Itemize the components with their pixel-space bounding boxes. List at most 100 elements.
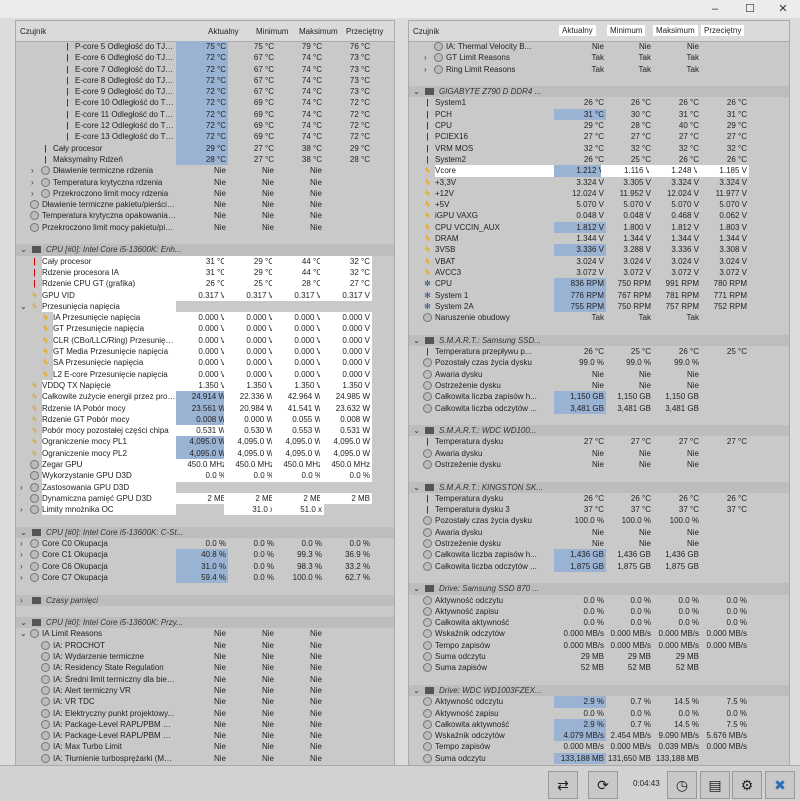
sensor-row[interactable]: ϟ +12V 12.024 V 11.952 V 12.024 V 11.977 V [409,188,789,199]
expand-icon[interactable]: ⌄ [413,685,420,696]
col-max[interactable]: Maksimum [299,27,338,36]
section-header[interactable]: ⌄ CPU [#0]: Intel Core i5-13600K: Przy... [16,617,394,629]
sensor-row[interactable]: | PCH 31 °C 30 °C 31 °C 31 °C [409,108,789,121]
sensor-row[interactable]: Temperatura krytyczna opakowania/... Nie N… [16,210,394,221]
col-sensor[interactable]: Czujnik [413,27,439,36]
expand-icon[interactable]: › [20,572,23,583]
expand-icon[interactable]: › [20,482,23,493]
sensor-row[interactable]: ϟ GT Przesunięcie napięcia 0.000 V 0.000 V0… [16,323,394,335]
sensor-row[interactable]: ϟ Pobór mocy pozostałej części chipa 0.531… [16,425,394,437]
sensor-row[interactable]: ϟ Ograniczenie mocy PL2 4,095.0 W 4,095.0 W… [16,447,394,459]
expand-icon[interactable]: › [31,188,34,199]
sensor-row[interactable]: ✻ CPU 836 RPM 750 RPM 991 RPM 780 RPM [409,278,789,290]
sensor-row[interactable]: | System1 26 °C 26 °C 26 °C 26 °C [409,97,789,108]
col-current[interactable]: Aktualny [208,27,239,36]
sensor-row[interactable]: Pozostały czas życia dysku 100.0 % 100.0 %… [409,515,789,526]
sensor-row[interactable]: ✻ System 2A 755 RPM 750 RPM 757 RPM 752 RPM [409,300,789,313]
section-header[interactable]: › Czasy pamięci [16,594,394,606]
expand-icon[interactable]: ⌄ [20,617,27,628]
col-current[interactable]: Aktualny [559,25,596,36]
sensor-row[interactable]: | E-core 9 Odległość do TJMAX 72 °C 67 °C 74… [16,86,394,98]
sensor-row[interactable]: | Temperatura dysku 3 37 °C 37 °C 37 °C 37 °C [409,504,789,515]
sensor-row[interactable]: | PCIEX16 27 °C 27 °C 27 °C 27 °C [409,131,789,142]
sensor-row[interactable]: Całkowita aktywność 2.9 % 0.7 % 14.5 % 7.5 % [409,718,789,731]
sync-icon[interactable]: ⟳ [588,771,618,799]
expand-icon[interactable]: › [20,561,23,572]
sensor-row[interactable]: Całkowita aktywność 0.0 % 0.0 % 0.0 % 0.0 % [409,617,789,628]
sensor-row[interactable]: ϟ Rdzenie GT Pobór mocy 0.008 W 0.000 W 0.05… [16,413,394,426]
sensor-row[interactable]: Ostrzeżenie dysku Nie Nie Nie [409,459,789,470]
sensor-row[interactable]: | P-core 5 Odległość do TJMAX 75 °C 75 °C 79… [16,41,394,53]
sensor-row[interactable]: | Cały procesor 29 °C 27 °C 38 °C 29 °C [16,142,394,154]
sensor-row[interactable]: Pozostały czas życia dysku 99.0 % 99.0 % 99… [409,357,789,368]
sensor-row[interactable]: IA: VR TDC Nie Nie Nie [16,696,394,707]
col-min[interactable]: Minimum [256,27,288,36]
sensor-row[interactable]: ϟ VBAT 3.024 V 3.024 V 3.024 V 3.024 V [409,256,789,267]
sensor-row[interactable]: › Core C0 Okupacja 0.0 % 0.0 % 0.0 % 0.0 % [16,538,394,549]
sensor-row[interactable]: Tempo zapisów 0.000 MB/s 0.000 MB/s 0.000 M… [409,640,789,651]
sensor-row[interactable]: › Core C7 Okupacja 59.4 % 0.0 % 100.0 % 62.7 … [16,571,394,584]
expand-icon[interactable]: ⌄ [413,86,420,97]
col-avg[interactable]: Przeciętny [346,27,383,36]
sensor-row[interactable]: Wskaźnik odczytów 4.079 MB/s 2.454 MB/s 9.0… [409,730,789,742]
section-header[interactable]: ⌄ S.M.A.R.T.: KINGSTON SK... [409,481,789,493]
sensor-row[interactable]: Awaria dysku Nie Nie Nie [409,448,789,459]
expand-icon[interactable]: ⌄ [413,425,420,436]
expand-icon[interactable]: › [31,177,34,188]
sensor-row[interactable]: | Temperatura dysku 26 °C 26 °C 26 °C 26 °C [409,493,789,504]
sensor-row[interactable]: IA: Package-Level RAPL/PBM PL1 Nie Nie Nie [16,719,394,730]
sensor-row[interactable]: ⌄ ϟ Przesunięcia napięcia [16,300,394,313]
sensor-row[interactable]: IA: Max Turbo Limit Nie Nie Nie [16,741,394,752]
sensor-row[interactable]: Aktywność zapisu 0.0 % 0.0 % 0.0 % 0.0 % [409,606,789,617]
sensor-row[interactable]: ϟ +3,3V 3.324 V 3.305 V 3.324 V 3.324 V [409,177,789,188]
expand-icon[interactable]: ⌄ [20,628,27,639]
sensor-row[interactable]: ϟ CPU VCCIN_AUX 1.812 V 1.800 V 1.812 V 1.803… [409,221,789,234]
sensor-row[interactable]: | E-core 11 Odległość do TJMAX 72 °C 69 °C 7… [16,108,394,121]
sensor-row[interactable]: Suma odczytu 29 MB 29 MB 29 MB [409,651,789,662]
sensor-row[interactable]: › Ring Limit Reasons Tak Tak Tak [409,64,789,75]
sensor-row[interactable]: Wykorzystanie GPU D3D 0.0 % 0.0 % 0.0 % 0.0 … [16,470,394,482]
sensor-row[interactable]: Całkowita liczba zapisów h... 1,150 GB 1,1… [409,391,789,403]
sensor-row[interactable]: › Dławienie termiczne rdzenia Nie Nie Nie [16,165,394,176]
sensor-row[interactable]: Dynamiczna pamięć GPU D3D 2 MB 2 MB 2 MB 2 M… [16,492,394,505]
sensor-row[interactable]: ϟ iGPU VAXG 0.048 V 0.048 V 0.468 V 0.062 V [409,210,789,221]
sensor-row[interactable]: | Rdzenie CPU GT (grafika) 26 °C 25 °C 28 °C… [16,278,394,290]
sensor-row[interactable]: | System2 26 °C 25 °C 26 °C 26 °C [409,154,789,165]
expand-icon[interactable]: › [31,165,34,176]
sensor-row[interactable]: | E-core 12 Odległość do TJMAX 72 °C 69 °C 7… [16,120,394,132]
sensor-row[interactable]: Zegar GPU 450.0 MHz 450.0 MHz 450.0 MHz 450.… [16,458,394,471]
sensor-row[interactable]: ✻ System 1 776 RPM 767 RPM 781 RPM 771 RPM [409,289,789,301]
expand-icon[interactable]: › [424,52,427,63]
sensor-row[interactable]: IA: Alert termiczny VR Nie Nie Nie [16,685,394,696]
minimize-button[interactable]: – [700,0,730,18]
section-header[interactable]: ⌄ Drive: Samsung SSD 870 ... [409,583,789,595]
expand-icon[interactable]: ⌄ [20,527,27,538]
section-header[interactable]: ⌄ CPU [#0]: Intel Core i5-13600K: Enh... [16,244,394,256]
col-max[interactable]: Maksimum [653,25,698,36]
sensor-row[interactable]: Aktywność odczytu 2.9 % 0.7 % 14.5 % 7.5 % [409,696,789,708]
sensor-row[interactable]: Ostrzeżenie dysku Nie Nie Nie [409,538,789,549]
section-header[interactable]: ⌄ S.M.A.R.T.: WDC WD100... [409,425,789,437]
network-icon[interactable]: ⇄ [548,771,578,799]
sensor-row[interactable]: Suma zapisów 52 MB 52 MB 52 MB [409,662,789,673]
col-sensor[interactable]: Czujnik [20,27,46,36]
clock-icon[interactable]: ◷ [667,771,697,799]
sensor-row[interactable]: IA: Package-Level RAPL/PBM PL2,... Nie Nie… [16,730,394,741]
sensor-row[interactable]: Dławienie termiczne pakietu/pierścienia N… [16,199,394,210]
sensor-row[interactable]: Całkowita liczba odczytów ... 3,481 GB 3,4… [409,402,789,414]
sensor-row[interactable]: | Rdzenie procesora IA 31 °C 29 °C 44 °C 32 °… [16,266,394,279]
expand-icon[interactable]: ⌄ [20,244,27,255]
sensor-row[interactable]: Naruszenie obudowy Tak Tak Tak [409,312,789,323]
sensor-row[interactable]: ϟ GT Media Przesunięcie napięcia 0.000 V 0.… [16,346,394,358]
sensor-row[interactable]: ⌄ IA Limit Reasons Nie Nie Nie [16,628,394,639]
sensor-row[interactable]: | E-core 7 Odległość do TJMAX 72 °C 67 °C 74… [16,63,394,75]
report-icon[interactable]: ▤ [700,771,730,799]
sensor-row[interactable]: ϟ Rdzenie IA Pobór mocy 23.561 W 20.984 W 41… [16,402,394,414]
sensor-row[interactable]: Całkowita liczba odczytów ... 1,875 GB 1,8… [409,560,789,572]
section-header[interactable]: ⌄ S.M.A.R.T.: Samsung SSD... [409,334,789,347]
sensor-row[interactable]: ϟ IA Przesunięcie napięcia 0.000 V 0.000 V0… [16,312,394,324]
sensor-row[interactable]: | CPU 29 °C 28 °C 40 °C 29 °C [409,120,789,131]
expand-icon[interactable]: › [20,538,23,549]
expand-icon[interactable]: ⌄ [413,335,420,346]
settings-icon[interactable]: ⚙ [732,771,762,799]
